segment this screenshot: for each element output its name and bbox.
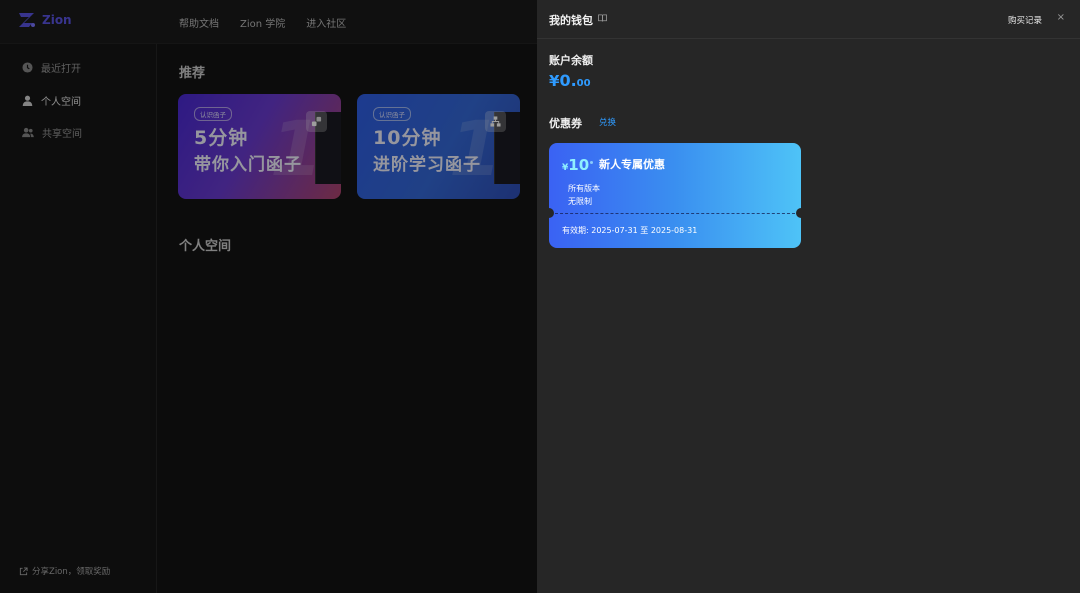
purchase-history-button[interactable]: 购买记录 xyxy=(1008,14,1042,26)
balance-value: ¥0.00 xyxy=(549,71,591,90)
coupon-divider xyxy=(555,213,795,214)
balance-label: 账户余额 xyxy=(549,54,593,67)
book-icon[interactable] xyxy=(598,14,607,22)
wallet-title: 我的钱包 xyxy=(549,14,593,27)
coupons-label: 优惠券 xyxy=(549,117,582,130)
wallet-drawer: 我的钱包 购买记录 × 账户余额 ¥0.00 优惠券 兑换 ¥10 新人专属优惠… xyxy=(537,0,1080,593)
balance-integer: 0. xyxy=(559,71,577,90)
wallet-header: 我的钱包 购买记录 × xyxy=(537,0,1080,39)
balance-currency: ¥ xyxy=(549,72,560,90)
redeem-button[interactable]: 兑换 xyxy=(599,116,616,128)
coupon-validity: 有效期: 2025-07-31 至 2025-08-31 xyxy=(562,226,698,235)
coupon-dot xyxy=(590,161,593,164)
coupon-notch-left xyxy=(549,208,554,218)
coupon-value: 10 xyxy=(568,156,590,174)
coupon-card[interactable]: ¥10 新人专属优惠 所有版本 无限制 有效期: 2025-07-31 至 20… xyxy=(549,143,801,248)
close-icon[interactable]: × xyxy=(1057,12,1065,23)
balance-decimal: 00 xyxy=(576,78,591,89)
coupon-scope: 所有版本 xyxy=(568,184,600,193)
coupon-name: 新人专属优惠 xyxy=(599,158,665,171)
coupon-amount: ¥10 xyxy=(562,155,589,174)
coupon-limit: 无限制 xyxy=(568,197,592,206)
coupon-notch-right xyxy=(796,208,801,218)
